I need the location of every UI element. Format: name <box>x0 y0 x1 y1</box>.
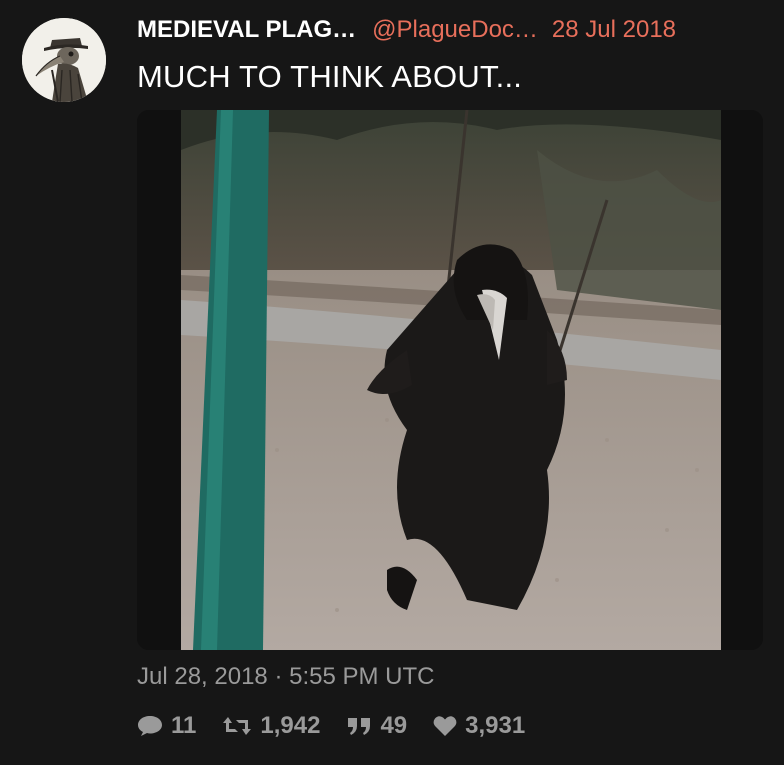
plague-doctor-avatar-icon <box>22 18 106 102</box>
heart-icon <box>433 715 457 737</box>
author-handle[interactable]: @PlagueDoc… <box>372 16 538 44</box>
tweet: MEDIEVAL PLAG… @PlagueDoc… 28 Jul 2018 M… <box>0 0 784 765</box>
retweet-stat[interactable]: 1,942 <box>222 712 320 740</box>
tweet-header: MEDIEVAL PLAG… @PlagueDoc… 28 Jul 2018 <box>137 16 766 46</box>
quote-count: 49 <box>380 712 408 739</box>
like-count: 3,931 <box>465 712 526 739</box>
author-display-name[interactable]: MEDIEVAL PLAG… <box>137 16 356 44</box>
reply-icon <box>137 715 163 737</box>
retweet-icon <box>222 715 252 737</box>
quote-stat[interactable]: 49 <box>346 712 407 740</box>
quote-icon <box>346 716 372 736</box>
tweet-stats: 11 1,942 49 3,931 <box>137 712 551 740</box>
tweet-timestamp[interactable]: Jul 28, 2018 · 5:55 PM UTC <box>137 663 434 691</box>
plague-doctor-on-swing-photo-icon <box>137 110 763 650</box>
tweet-date-link[interactable]: 28 Jul 2018 <box>552 16 676 44</box>
like-stat[interactable]: 3,931 <box>433 712 525 740</box>
reply-stat[interactable]: 11 <box>137 712 196 740</box>
author-avatar[interactable] <box>22 18 106 102</box>
retweet-count: 1,942 <box>260 712 321 739</box>
tweet-media[interactable] <box>137 110 763 650</box>
tweet-text: MUCH TO THINK ABOUT... <box>137 59 523 94</box>
reply-count: 11 <box>171 712 197 739</box>
